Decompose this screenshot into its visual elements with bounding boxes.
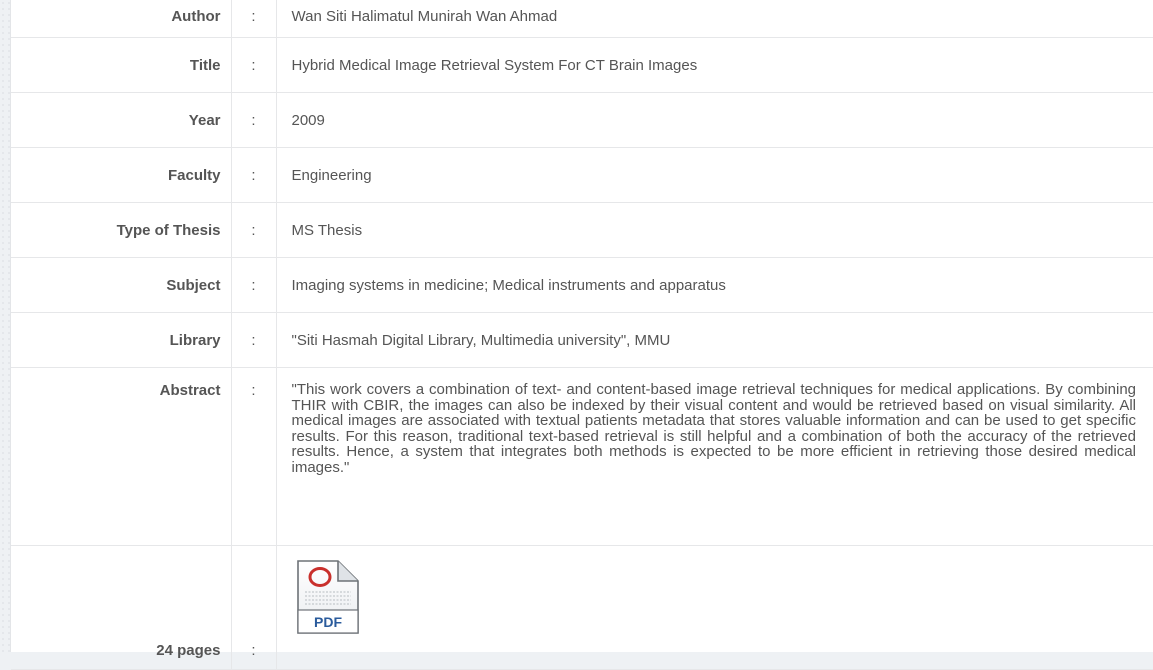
row-subject: Subject : Imaging systems in medicine; M… <box>11 257 1153 313</box>
year-value: 2009 <box>276 92 1153 148</box>
separator: : <box>231 0 277 38</box>
title-value: Hybrid Medical Image Retrieval System Fo… <box>276 37 1153 93</box>
author-label: Author <box>11 0 232 38</box>
type-of-thesis-label: Type of Thesis <box>11 202 232 258</box>
separator: : <box>231 545 277 670</box>
row-author: Author : Wan Siti Halimatul Munirah Wan … <box>11 0 1153 38</box>
author-value: Wan Siti Halimatul Munirah Wan Ahmad <box>276 0 1153 38</box>
year-label: Year <box>11 92 232 148</box>
row-library: Library : "Siti Hasmah Digital Library, … <box>11 312 1153 368</box>
thesis-detail-table: Author : Wan Siti Halimatul Munirah Wan … <box>11 0 1153 670</box>
thesis-detail-panel: Author : Wan Siti Halimatul Munirah Wan … <box>10 0 1153 670</box>
faculty-value: Engineering <box>276 147 1153 203</box>
row-type-of-thesis: Type of Thesis : MS Thesis <box>11 202 1153 258</box>
separator: : <box>231 147 277 203</box>
separator: : <box>231 367 277 546</box>
separator: : <box>231 202 277 258</box>
title-label: Title <box>11 37 232 93</box>
pdf-icon-text: PDF <box>314 614 342 630</box>
separator: : <box>231 312 277 368</box>
row-abstract: Abstract : "This work covers a combinati… <box>11 367 1153 546</box>
library-label: Library <box>11 312 232 368</box>
abstract-value: "This work covers a combination of text-… <box>276 367 1153 546</box>
subject-label: Subject <box>11 257 232 313</box>
separator: : <box>231 92 277 148</box>
row-pages: 24 pages : PDF <box>11 545 1153 670</box>
pdf-download-cell: PDF <box>276 545 1153 670</box>
subject-value: Imaging systems in medicine; Medical ins… <box>276 257 1153 313</box>
library-value: "Siti Hasmah Digital Library, Multimedia… <box>276 312 1153 368</box>
type-of-thesis-value: MS Thesis <box>276 202 1153 258</box>
pdf-file-icon[interactable]: PDF <box>292 558 362 636</box>
row-faculty: Faculty : Engineering <box>11 147 1153 203</box>
abstract-label: Abstract <box>11 367 232 546</box>
row-year: Year : 2009 <box>11 92 1153 148</box>
faculty-label: Faculty <box>11 147 232 203</box>
separator: : <box>231 257 277 313</box>
pages-label: 24 pages <box>11 545 232 670</box>
row-title: Title : Hybrid Medical Image Retrieval S… <box>11 37 1153 93</box>
separator: : <box>231 37 277 93</box>
